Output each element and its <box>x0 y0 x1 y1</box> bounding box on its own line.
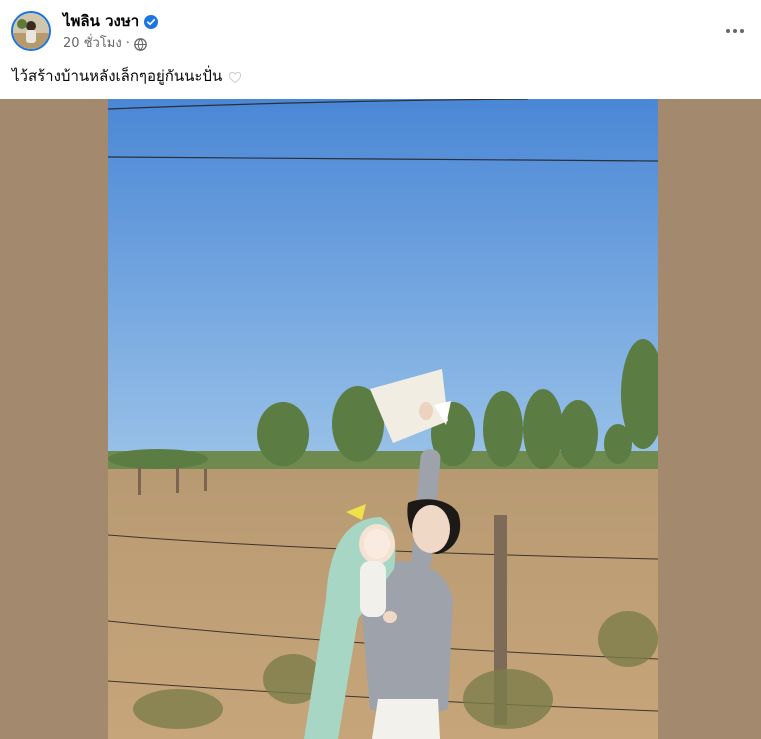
verified-badge-icon <box>144 14 159 29</box>
avatar-image <box>13 13 49 49</box>
post-caption: ไว้สร้างบ้านหลังเล็กๆอยู่กันนะปั่น <box>12 66 242 86</box>
post-meta: 20 ชั่วโมง · <box>63 35 147 53</box>
post-header: ไพลิน วงษา 20 ชั่วโมง · <box>0 0 761 60</box>
caption-text: ไว้สร้างบ้านหลังเล็กๆอยู่กันนะปั่น <box>12 67 223 85</box>
meta-separator: · <box>125 36 130 51</box>
globe-icon[interactable] <box>133 37 147 51</box>
post-timestamp[interactable]: 20 ชั่วโมง <box>63 35 122 53</box>
author-name-row: ไพลิน วงษา <box>63 11 159 31</box>
post-photo[interactable] <box>108 99 658 739</box>
photo-image <box>108 99 658 739</box>
white-heart-emoji-icon <box>228 69 242 84</box>
more-options-icon <box>726 29 744 33</box>
post-media-container <box>0 99 761 739</box>
more-options-button[interactable] <box>718 16 752 46</box>
avatar[interactable] <box>11 11 51 51</box>
author-name[interactable]: ไพลิน วงษา <box>63 11 139 31</box>
